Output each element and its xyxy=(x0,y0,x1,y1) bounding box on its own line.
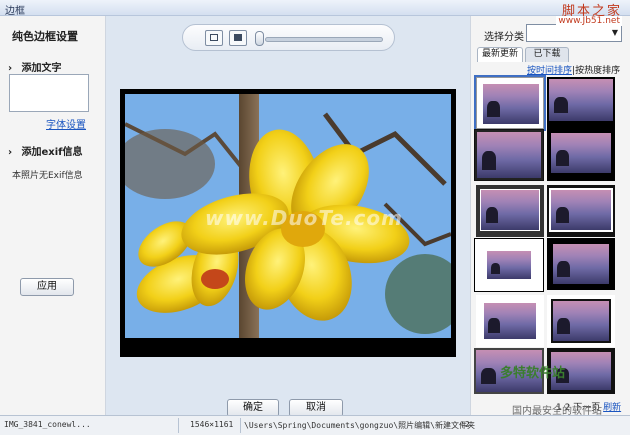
apply-button[interactable]: 应用 xyxy=(20,278,74,296)
status-path: \Users\Spring\Documents\gongzuo\照片编辑\新建文… xyxy=(244,421,475,430)
actual-size-icon xyxy=(210,34,218,41)
sort-by-time-link[interactable]: 按时间排序 xyxy=(527,66,572,76)
photo-border-frame: www.DuoTe.com xyxy=(120,89,456,357)
status-bar: IMG_3841_conewl... 1546×1161 \Users\Spri… xyxy=(0,415,630,435)
font-settings-link[interactable]: 字体设置 xyxy=(46,116,86,131)
view-toolbar xyxy=(182,24,395,51)
photo-preview: www.DuoTe.com xyxy=(125,94,451,338)
tab-downloaded[interactable]: 已下载 xyxy=(525,47,569,62)
site-logo: 多特软件站 xyxy=(500,366,566,381)
add-text-label: 添加文字 xyxy=(21,63,62,74)
template-thumbnail[interactable] xyxy=(474,75,546,131)
template-thumbnail[interactable] xyxy=(547,238,615,290)
template-thumbnail[interactable] xyxy=(547,77,615,129)
brand-url: www.Jb51.net xyxy=(556,16,622,26)
add-text-section[interactable]: › 添加文字 xyxy=(8,59,61,74)
sort-by-hot-link[interactable]: 按热度排序 xyxy=(575,66,620,76)
text-input[interactable] xyxy=(9,74,89,112)
category-select[interactable]: ▼ xyxy=(526,24,622,42)
preview-area: www.DuoTe.com 确定 取消 xyxy=(106,16,470,417)
zoom-slider[interactable] xyxy=(265,37,383,42)
category-label: 选择分类 xyxy=(484,32,524,43)
template-thumbnail[interactable] xyxy=(476,295,544,347)
monitor-icon xyxy=(234,34,242,41)
tab-latest[interactable]: 最新更新 xyxy=(477,47,523,62)
template-thumbnail[interactable] xyxy=(474,238,544,292)
left-panel: 纯色边框设置 › 添加文字 字体设置 › 添加exif信息 本照片无Exif信息… xyxy=(0,16,106,415)
actual-size-button[interactable] xyxy=(205,30,223,46)
template-thumbnail[interactable] xyxy=(547,185,615,237)
status-filename: IMG_3841_conewl... xyxy=(4,420,91,429)
watermark-text: www.DuoTe.com xyxy=(205,206,403,230)
add-exif-section[interactable]: › 添加exif信息 xyxy=(8,143,83,158)
template-panel: 选择分类 ▼ 最新更新 已下载 按时间排序|按热度排序 1 2 下一页 刷新 xyxy=(470,16,630,415)
template-thumbnail[interactable] xyxy=(476,185,544,237)
chevron-right-icon: › xyxy=(8,63,13,74)
template-thumbnail[interactable] xyxy=(547,295,615,347)
chevron-right-icon: › xyxy=(8,147,13,158)
template-thumbnail[interactable] xyxy=(474,129,544,181)
refresh-link[interactable]: 刷新 xyxy=(603,403,621,413)
zoom-slider-handle[interactable] xyxy=(255,31,264,46)
exif-status-text: 本照片无Exif信息 xyxy=(12,171,83,181)
window-title: 边框 xyxy=(5,6,25,17)
sort-options: 按时间排序|按热度排序 xyxy=(527,66,621,76)
add-exif-label: 添加exif信息 xyxy=(21,147,83,158)
status-zoom: (2 xyxy=(460,420,470,429)
template-thumbnail[interactable] xyxy=(547,129,615,181)
panel-heading: 纯色边框设置 xyxy=(12,30,78,43)
status-dimensions: 1546×1161 xyxy=(190,420,234,429)
fit-window-button[interactable] xyxy=(229,30,247,46)
chevron-down-icon: ▼ xyxy=(611,28,618,37)
title-bar: 边框 脚本之家 xyxy=(0,0,630,19)
